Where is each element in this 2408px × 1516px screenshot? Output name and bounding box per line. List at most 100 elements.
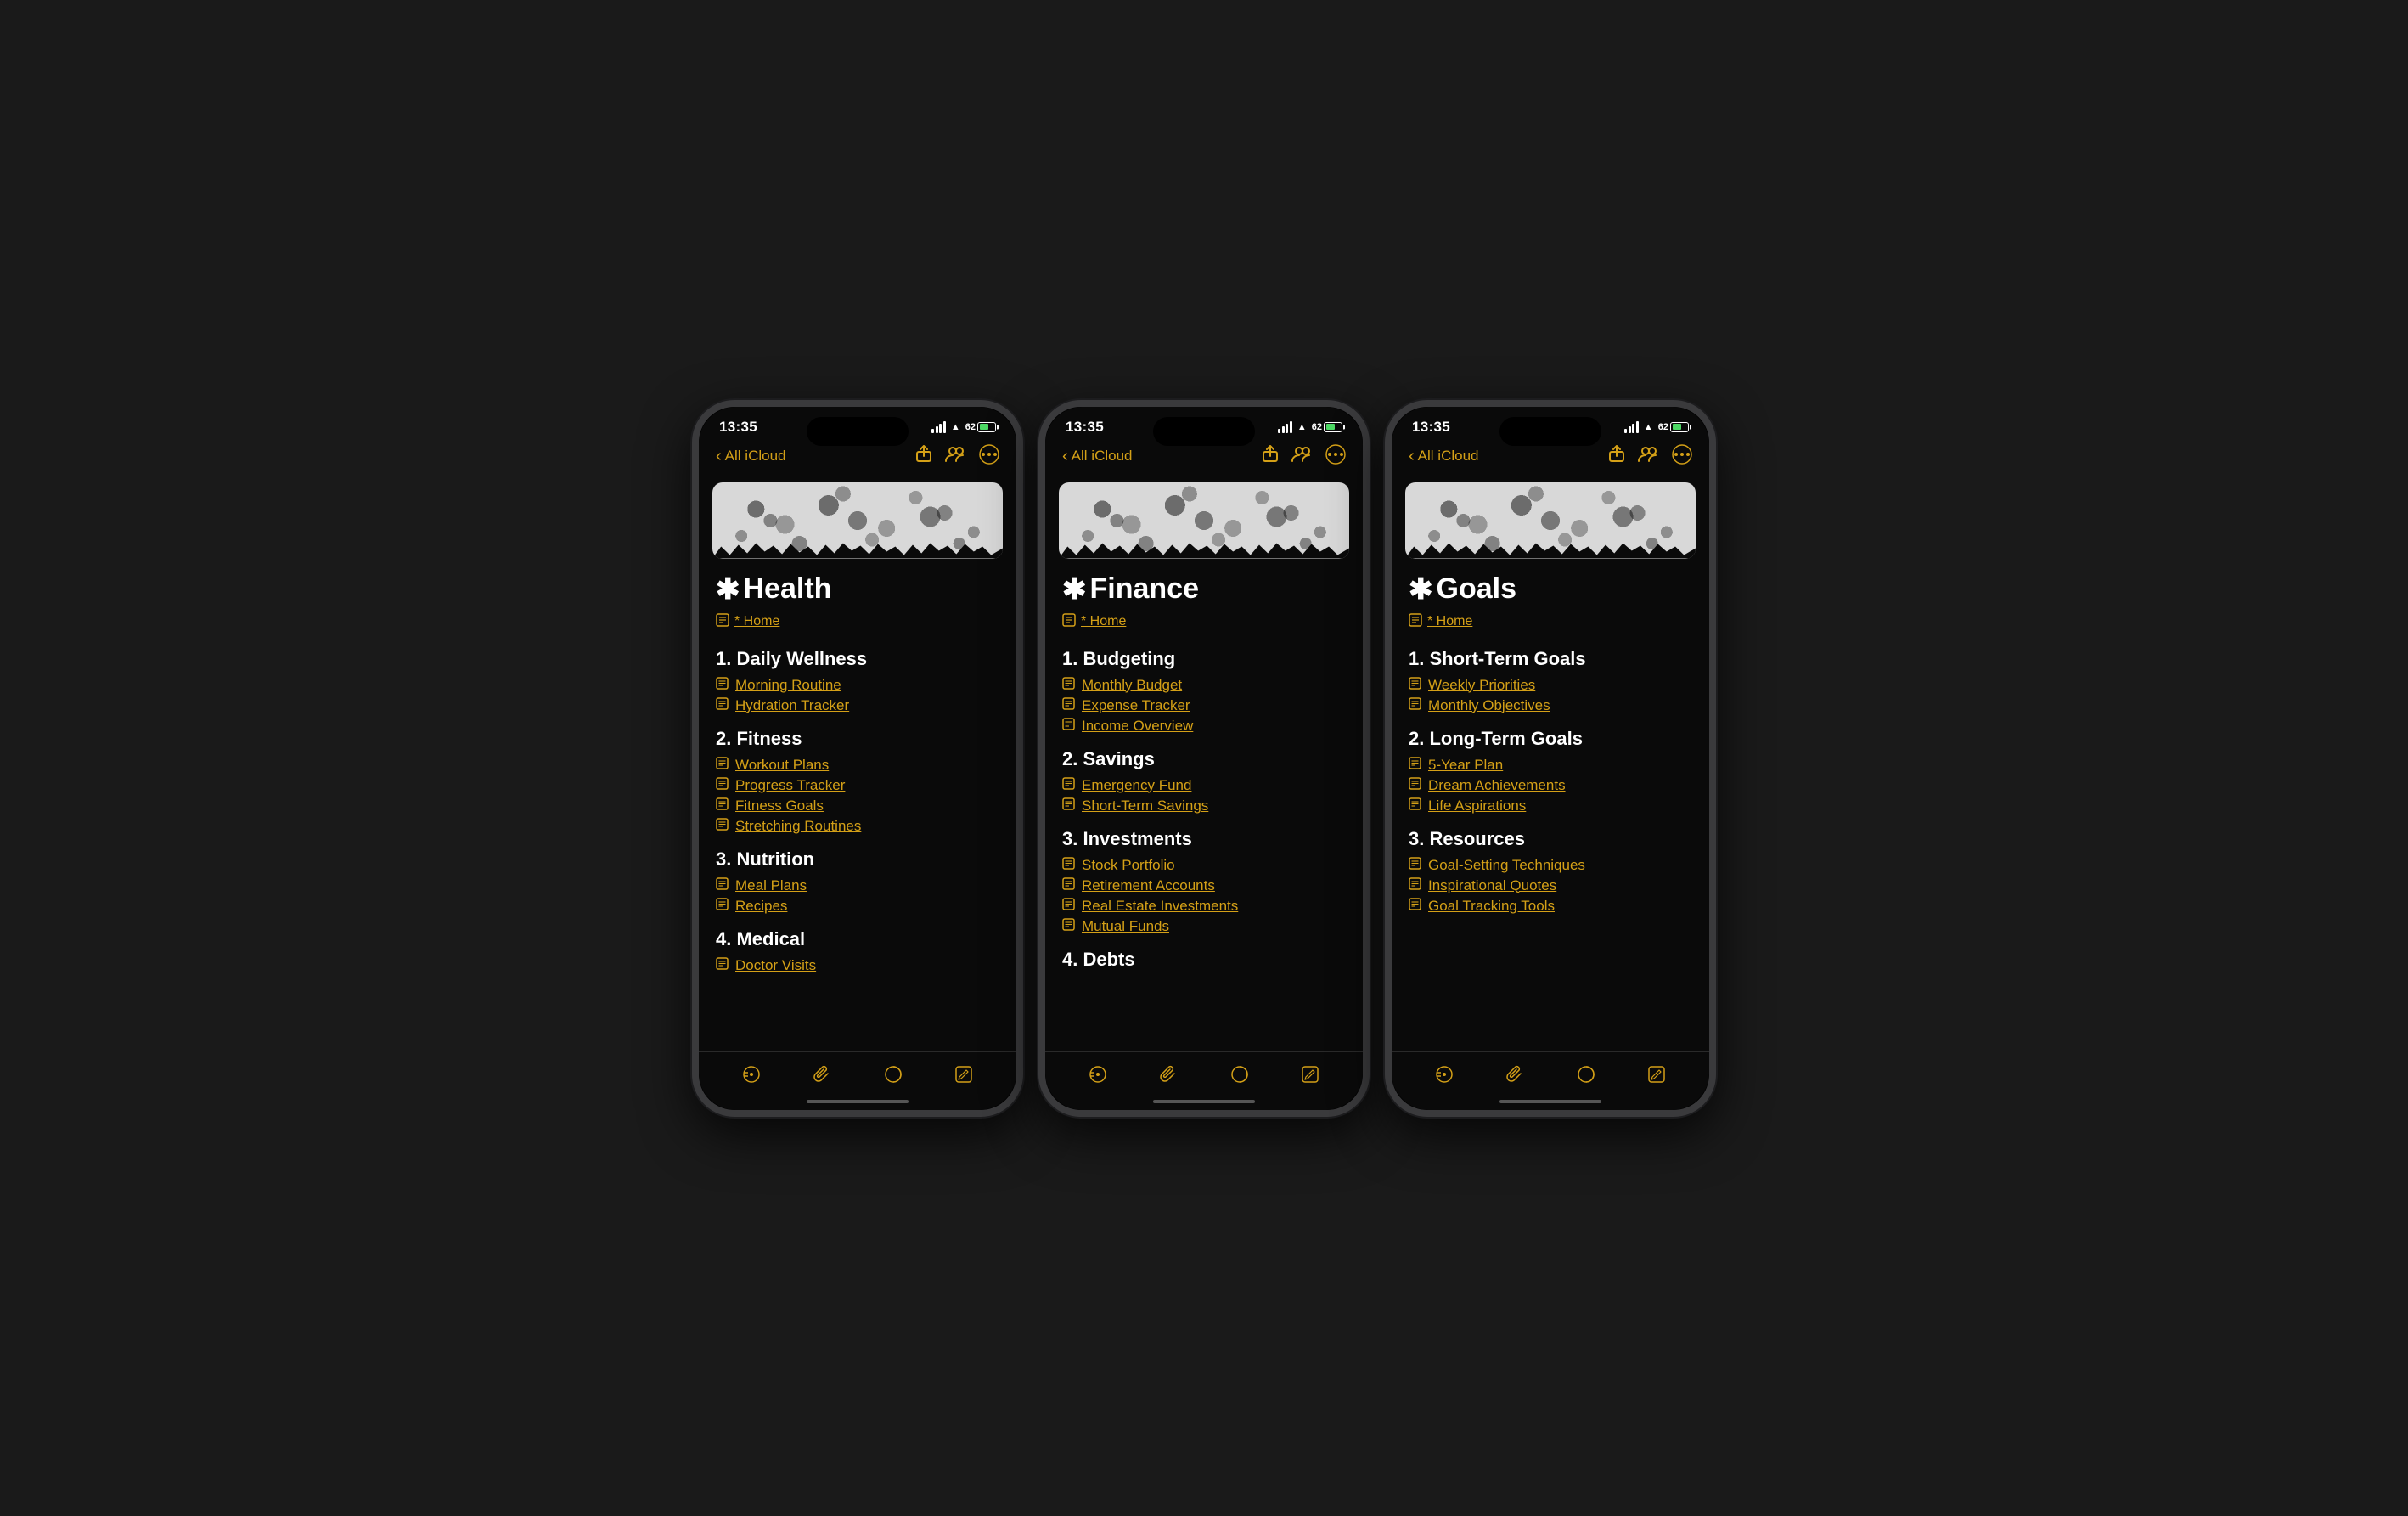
home-link[interactable]: * Home: [716, 613, 999, 631]
item-link[interactable]: Monthly Budget: [1082, 677, 1182, 694]
list-item[interactable]: Retirement Accounts: [1062, 877, 1346, 894]
home-indicator: [699, 1095, 1016, 1110]
item-link[interactable]: Goal-Setting Techniques: [1428, 857, 1585, 874]
header-image: [1405, 482, 1696, 559]
main-title: ✱ Goals: [1409, 572, 1692, 606]
item-link[interactable]: Real Estate Investments: [1082, 898, 1238, 915]
list-item[interactable]: Doctor Visits: [716, 957, 999, 974]
list-item[interactable]: Recipes: [716, 898, 999, 915]
tab-edit[interactable]: [945, 1059, 982, 1090]
back-button[interactable]: ‹All iCloud: [716, 447, 785, 466]
tab-compose[interactable]: [1567, 1059, 1605, 1090]
back-button[interactable]: ‹All iCloud: [1409, 447, 1478, 466]
list-item[interactable]: Morning Routine: [716, 677, 999, 694]
list-item[interactable]: Stretching Routines: [716, 818, 999, 835]
item-link[interactable]: Monthly Objectives: [1428, 697, 1550, 714]
back-arrow-icon: ‹: [1409, 447, 1415, 466]
signal-bars: [1624, 421, 1639, 433]
tab-list[interactable]: [1079, 1059, 1117, 1090]
battery-text: 62: [965, 422, 976, 432]
note-icon: [1409, 898, 1421, 914]
list-item[interactable]: Hydration Tracker: [716, 697, 999, 714]
list-item[interactable]: Goal-Setting Techniques: [1409, 857, 1692, 874]
section-1: 2. Long-Term Goals 5-Year Plan Dream Ach…: [1409, 728, 1692, 814]
item-link[interactable]: Morning Routine: [735, 677, 841, 694]
tab-compose[interactable]: [875, 1059, 912, 1090]
item-link[interactable]: Expense Tracker: [1082, 697, 1190, 714]
tab-attach[interactable]: [1150, 1059, 1187, 1090]
more-icon[interactable]: [1325, 444, 1346, 469]
tab-attach[interactable]: [1496, 1059, 1533, 1090]
tab-attach[interactable]: [803, 1059, 841, 1090]
item-link[interactable]: Income Overview: [1082, 718, 1193, 735]
tab-list[interactable]: [1426, 1059, 1463, 1090]
item-link[interactable]: Retirement Accounts: [1082, 877, 1215, 894]
dynamic-island: [1153, 417, 1255, 446]
list-item[interactable]: Monthly Budget: [1062, 677, 1346, 694]
item-link[interactable]: Emergency Fund: [1082, 777, 1191, 794]
item-link[interactable]: Mutual Funds: [1082, 918, 1169, 935]
note-icon: [716, 613, 729, 631]
item-link[interactable]: Fitness Goals: [735, 797, 824, 814]
item-link[interactable]: 5-Year Plan: [1428, 757, 1503, 774]
item-link[interactable]: Stock Portfolio: [1082, 857, 1175, 874]
item-link[interactable]: Short-Term Savings: [1082, 797, 1208, 814]
wifi-icon: ▲: [1297, 422, 1307, 432]
item-link[interactable]: Progress Tracker: [735, 777, 845, 794]
section-1: 2. Savings Emergency Fund Short-Term Sav…: [1062, 748, 1346, 814]
item-link[interactable]: Doctor Visits: [735, 957, 816, 974]
note-icon: [1062, 918, 1075, 934]
item-link[interactable]: Life Aspirations: [1428, 797, 1526, 814]
tab-list[interactable]: [733, 1059, 770, 1090]
item-link[interactable]: Stretching Routines: [735, 818, 861, 835]
home-link[interactable]: * Home: [1062, 613, 1346, 631]
list-item[interactable]: Real Estate Investments: [1062, 898, 1346, 915]
note-icon: [1062, 777, 1075, 793]
list-item[interactable]: Dream Achievements: [1409, 777, 1692, 794]
item-link[interactable]: Workout Plans: [735, 757, 829, 774]
item-link[interactable]: Weekly Priorities: [1428, 677, 1535, 694]
list-item[interactable]: Expense Tracker: [1062, 697, 1346, 714]
home-link[interactable]: * Home: [1409, 613, 1692, 631]
people-icon[interactable]: [945, 445, 965, 467]
item-link[interactable]: Dream Achievements: [1428, 777, 1566, 794]
item-link[interactable]: Hydration Tracker: [735, 697, 849, 714]
list-item[interactable]: Emergency Fund: [1062, 777, 1346, 794]
list-item[interactable]: Mutual Funds: [1062, 918, 1346, 935]
tab-edit[interactable]: [1291, 1059, 1329, 1090]
back-button[interactable]: ‹All iCloud: [1062, 447, 1132, 466]
more-icon[interactable]: [979, 444, 999, 469]
phones-container: 13:35▲62‹All iCloud ✱ Health * Home1. Da…: [692, 400, 1716, 1117]
section-1: 2. Fitness Workout Plans Progress Tracke…: [716, 728, 999, 835]
share-icon[interactable]: [1263, 445, 1278, 467]
list-item[interactable]: 5-Year Plan: [1409, 757, 1692, 774]
wifi-icon: ▲: [951, 422, 960, 432]
list-item[interactable]: Goal Tracking Tools: [1409, 898, 1692, 915]
people-icon[interactable]: [1638, 445, 1658, 467]
tab-edit[interactable]: [1638, 1059, 1675, 1090]
list-item[interactable]: Fitness Goals: [716, 797, 999, 814]
list-item[interactable]: Monthly Objectives: [1409, 697, 1692, 714]
list-item[interactable]: Life Aspirations: [1409, 797, 1692, 814]
list-item[interactable]: Inspirational Quotes: [1409, 877, 1692, 894]
list-item[interactable]: Income Overview: [1062, 718, 1346, 735]
battery-text: 62: [1658, 422, 1668, 432]
content-area: ✱ Health * Home1. Daily Wellness Morning…: [699, 566, 1016, 1051]
list-item[interactable]: Weekly Priorities: [1409, 677, 1692, 694]
list-item[interactable]: Short-Term Savings: [1062, 797, 1346, 814]
more-icon[interactable]: [1672, 444, 1692, 469]
item-link[interactable]: Recipes: [735, 898, 787, 915]
tab-compose[interactable]: [1221, 1059, 1258, 1090]
section-3: 4. Debts: [1062, 949, 1346, 978]
item-link[interactable]: Inspirational Quotes: [1428, 877, 1556, 894]
list-item[interactable]: Progress Tracker: [716, 777, 999, 794]
item-link[interactable]: Goal Tracking Tools: [1428, 898, 1555, 915]
people-icon[interactable]: [1291, 445, 1312, 467]
list-item[interactable]: Workout Plans: [716, 757, 999, 774]
note-icon: [1409, 677, 1421, 693]
share-icon[interactable]: [916, 445, 931, 467]
list-item[interactable]: Meal Plans: [716, 877, 999, 894]
list-item[interactable]: Stock Portfolio: [1062, 857, 1346, 874]
share-icon[interactable]: [1609, 445, 1624, 467]
item-link[interactable]: Meal Plans: [735, 877, 807, 894]
